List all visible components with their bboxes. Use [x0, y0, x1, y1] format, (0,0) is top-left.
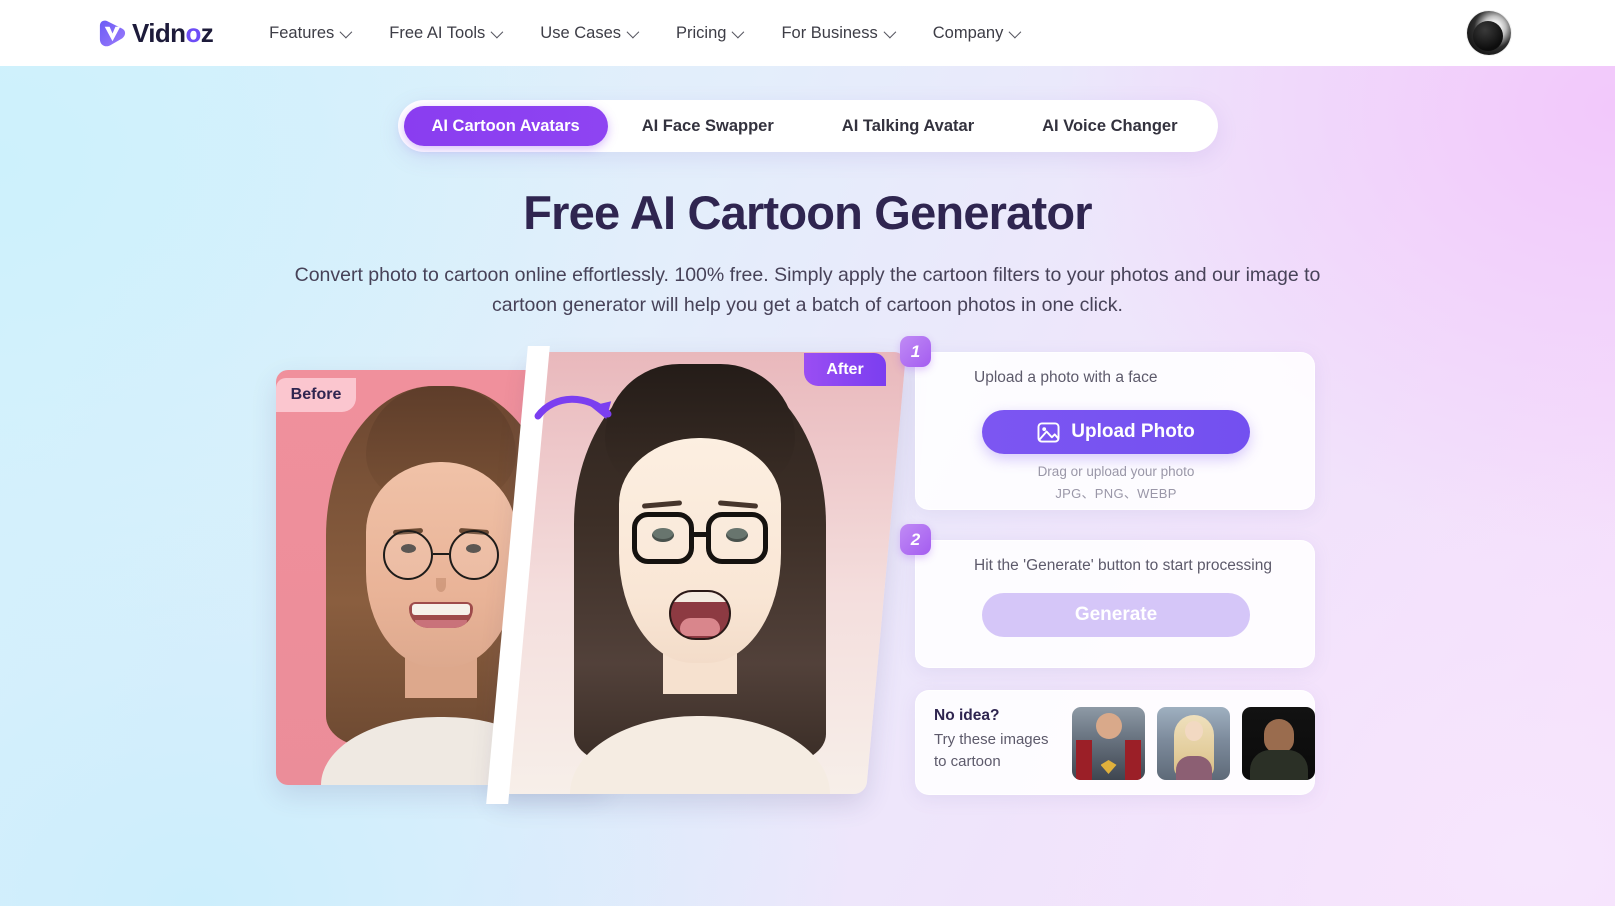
vidnoz-logo-text: Vidn o z: [132, 17, 214, 49]
nav-item-use-cases[interactable]: Use Cases: [520, 0, 656, 66]
tab-label: AI Talking Avatar: [841, 116, 975, 135]
chevron-down-icon: [883, 25, 897, 38]
nav-item-company[interactable]: Company: [913, 0, 1039, 66]
page-title: Free AI Cartoon Generator: [523, 186, 1092, 239]
nav-label: Free AI Tools: [389, 24, 486, 42]
chevron-down-icon: [626, 25, 640, 38]
nav-item-features[interactable]: Features: [249, 0, 369, 66]
step-2-card: 2 Hit the 'Generate' button to start pro…: [900, 524, 1315, 668]
user-avatar[interactable]: [1467, 11, 1511, 55]
generate-label: Generate: [1074, 604, 1158, 625]
chevron-down-icon: [339, 25, 353, 38]
chevron-down-icon: [1008, 25, 1022, 38]
logo-text-part-b: z: [200, 17, 214, 48]
no-idea-subtitle: Try these images to cartoon: [934, 731, 1049, 770]
tab-label: AI Voice Changer: [1042, 116, 1178, 135]
chevron-down-icon: [731, 25, 745, 38]
generate-button[interactable]: Generate: [982, 593, 1250, 637]
vidnoz-logo-mark: [99, 20, 126, 46]
vidnoz-logo[interactable]: Vidn o z: [97, 17, 214, 49]
upload-photo-label: Upload Photo: [1071, 421, 1195, 442]
step-1-text: Upload a photo with a face: [974, 369, 1158, 386]
step-2-text: Hit the 'Generate' button to start proce…: [974, 557, 1272, 574]
tab-ai-cartoon-avatars[interactable]: AI Cartoon Avatars: [403, 106, 608, 146]
image-upload-icon: [1037, 421, 1060, 443]
after-badge: After: [804, 353, 886, 386]
tab-label: AI Face Swapper: [641, 116, 774, 135]
before-after-showcase: Before After: [276, 346, 907, 804]
upload-hint-primary: Drag or upload your photo: [1037, 464, 1195, 479]
sample-thumbnails: [1072, 707, 1315, 780]
logo-text-part-a: Vidn: [132, 17, 186, 48]
nav-label: Company: [932, 24, 1004, 42]
upload-photo-button[interactable]: Upload Photo: [982, 410, 1250, 454]
tab-ai-talking-avatar[interactable]: AI Talking Avatar: [808, 108, 1008, 144]
nav-label: Features: [269, 24, 335, 42]
logo-text-o: o: [185, 17, 201, 48]
no-idea-title: No idea?: [934, 707, 1000, 724]
tab-ai-face-swapper[interactable]: AI Face Swapper: [608, 108, 808, 144]
nav-label: For Business: [781, 24, 878, 42]
step-1-number: 1: [900, 336, 931, 367]
sample-thumbnail-superman[interactable]: [1072, 707, 1145, 780]
nav-item-pricing[interactable]: Pricing: [656, 0, 761, 66]
sample-thumbnail-blonde-woman[interactable]: [1157, 707, 1230, 780]
site-header: Vidn o z Features Free AI Tools Use Cases …: [0, 0, 1615, 66]
sample-thumbnail-bald-man[interactable]: [1242, 707, 1315, 780]
tool-tabs: AI Cartoon Avatars AI Face Swapper AI Ta…: [397, 100, 1218, 152]
page-subtitle: Convert photo to cartoon online effortle…: [294, 264, 1321, 316]
upload-hint-formats: JPG、PNG、WEBP: [1055, 486, 1177, 501]
main-nav: Features Free AI Tools Use Cases Pricing…: [249, 0, 1038, 66]
tab-label: AI Cartoon Avatars: [431, 116, 580, 135]
tab-ai-voice-changer[interactable]: AI Voice Changer: [1008, 108, 1211, 144]
nav-label: Pricing: [676, 24, 727, 42]
before-badge: Before: [276, 378, 356, 412]
chevron-down-icon: [490, 25, 504, 38]
step-1-card: 1 Upload a photo with a face Upload Phot…: [900, 336, 1315, 510]
nav-label: Use Cases: [540, 24, 621, 42]
page-root: Vidn o z Features Free AI Tools Use Cases …: [0, 0, 1615, 906]
nav-item-for-business[interactable]: For Business: [761, 0, 912, 66]
nav-item-free-ai-tools[interactable]: Free AI Tools: [369, 0, 520, 66]
step-2-number: 2: [900, 524, 931, 555]
curved-arrow-icon: [534, 395, 612, 420]
no-idea-card: No idea? Try these images to cartoon: [915, 690, 1315, 795]
